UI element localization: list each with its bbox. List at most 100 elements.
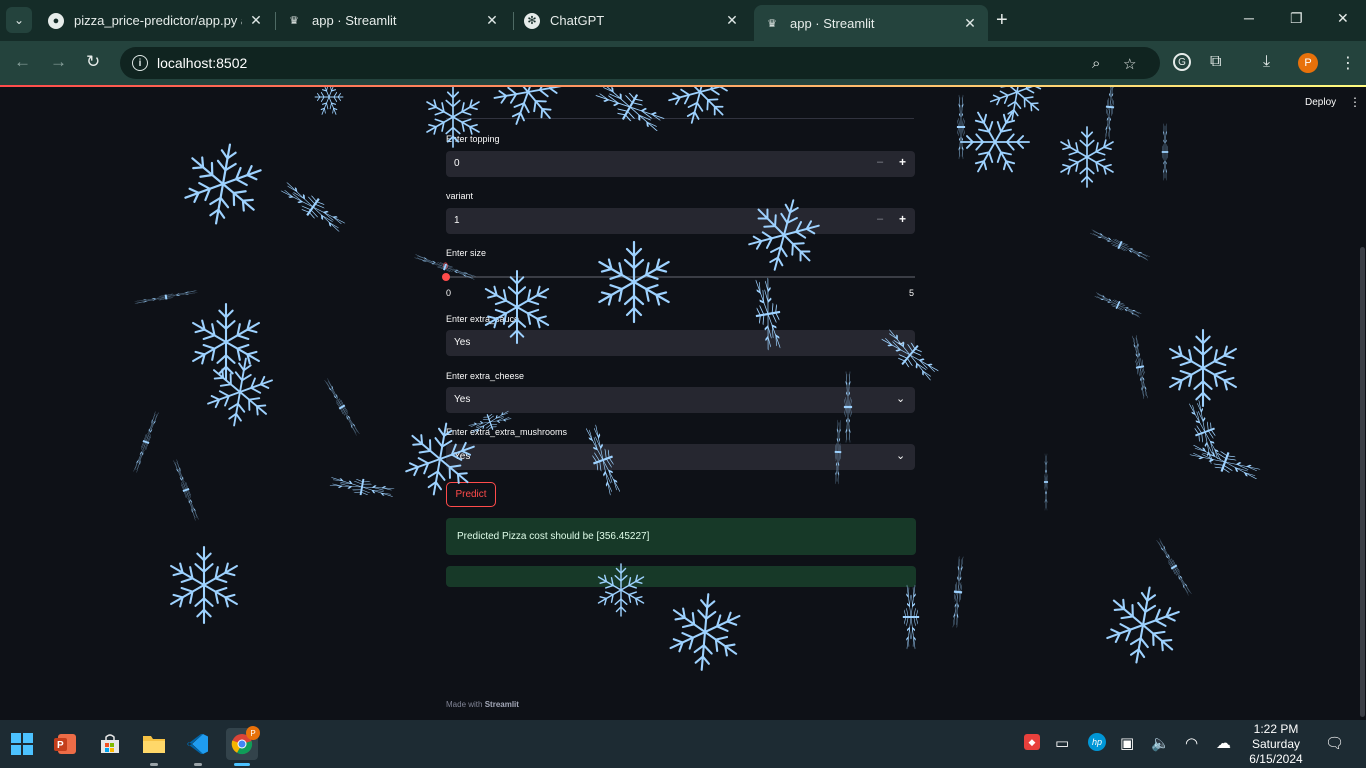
snowflake — [1058, 127, 1117, 187]
scrollbar[interactable] — [1360, 247, 1365, 717]
snowflake — [665, 591, 746, 673]
snowflake — [171, 456, 201, 524]
cloud-offline-icon[interactable]: ☁ — [1216, 734, 1231, 752]
download-icon[interactable]: ⤓ — [1263, 53, 1270, 71]
made-with-streamlit-footer[interactable]: Made with Streamlit — [446, 700, 519, 709]
snowflake — [485, 87, 571, 135]
grammarly-icon[interactable]: G — [1173, 53, 1191, 71]
increment-button[interactable]: + — [899, 212, 906, 226]
decrement-button[interactable]: – — [877, 213, 883, 225]
size-slider-track[interactable] — [446, 276, 915, 278]
chevron-down-icon: ⌄ — [896, 450, 906, 462]
tab-streamlit-1[interactable]: ♛ app · Streamlit ✕ — [276, 5, 510, 36]
success-bar — [446, 566, 916, 587]
tab-title: app · Streamlit — [790, 15, 875, 31]
snowflake — [131, 289, 201, 306]
snowflake — [326, 473, 398, 501]
reload-icon[interactable]: ↻ — [86, 53, 100, 71]
close-tab-icon[interactable]: ✕ — [962, 15, 978, 31]
close-tab-icon[interactable]: ✕ — [248, 12, 264, 29]
extensions-icon[interactable]: ⧉ — [1210, 53, 1221, 71]
browser-menu-icon[interactable]: ⋮ — [1340, 53, 1356, 73]
system-clock[interactable]: 1:22 PM Saturday 6/15/2024 — [1244, 722, 1308, 767]
volume-icon[interactable]: 🔈 — [1151, 734, 1170, 752]
windows-taskbar: P P ◆ ▭ hp ▣ 🔈 ◠ ☁ 1:22 PM Saturday 6/15… — [0, 720, 1366, 768]
deploy-button[interactable]: Deploy — [1305, 97, 1336, 108]
variant-number-input[interactable]: 1 – + — [446, 208, 915, 234]
vscode-icon[interactable] — [182, 728, 214, 766]
restore-icon[interactable]: ❐ — [1290, 10, 1303, 27]
anydesk-tray-icon[interactable]: ◆ — [1024, 734, 1040, 750]
close-window-icon[interactable]: ✕ — [1337, 10, 1349, 27]
selected-value: Yes — [454, 337, 471, 348]
minimize-icon[interactable]: ─ — [1244, 10, 1254, 26]
streamlit-app: Deploy ⋮ Enter topping 0 – + variant 1 –… — [0, 87, 1366, 720]
selected-value: Yes — [454, 451, 471, 462]
decrement-button[interactable]: – — [877, 156, 883, 168]
notification-icon[interactable]: 🗨 — [1325, 734, 1344, 752]
extra-sauce-select[interactable]: Yes ⌄ — [446, 330, 915, 356]
windows-start-icon[interactable] — [6, 728, 38, 760]
size-slider-thumb[interactable] — [442, 273, 450, 281]
snowflake — [1044, 451, 1048, 514]
snowflake — [167, 547, 241, 623]
snowflake — [949, 96, 1041, 188]
snowflake — [315, 87, 343, 117]
bookmark-star-icon[interactable]: ☆ — [1123, 55, 1136, 73]
wifi-icon[interactable]: ◠ — [1185, 734, 1198, 752]
snowflake — [1130, 332, 1150, 403]
footer-brand[interactable]: Streamlit — [485, 700, 519, 709]
snowflake — [1100, 581, 1186, 669]
url-text[interactable]: localhost:8502 — [157, 55, 247, 71]
chrome-profile-badge: P — [246, 726, 260, 740]
variant-value[interactable]: 1 — [454, 215, 460, 226]
chevron-down-icon: ⌄ — [896, 336, 906, 348]
tab-streamlit-active[interactable]: ♛ app · Streamlit ✕ — [754, 5, 988, 41]
powerpoint-icon[interactable]: P — [50, 728, 82, 760]
close-tab-icon[interactable]: ✕ — [484, 12, 500, 29]
address-bar[interactable]: i localhost:8502 ⌕ ☆ — [120, 47, 1160, 79]
snowflake — [189, 304, 263, 380]
tab-search-button[interactable]: ⌄ — [6, 7, 32, 33]
topping-label: Enter topping — [446, 134, 500, 144]
back-arrow-icon[interactable]: ← — [14, 53, 31, 71]
close-tab-icon[interactable]: ✕ — [724, 12, 740, 29]
footer-prefix: Made with — [446, 700, 483, 709]
snowflake — [1185, 439, 1265, 485]
tab-github[interactable]: ● pizza_price-predictor/app.py at ✕ — [38, 5, 274, 36]
snowflake — [661, 87, 738, 131]
zoom-icon[interactable]: ⌕ — [1092, 55, 1100, 72]
display-icon[interactable]: ▣ — [1120, 734, 1134, 752]
snowflake — [1091, 290, 1144, 320]
snowflake — [1154, 535, 1195, 599]
tab-chatgpt[interactable]: ✻ ChatGPT ✕ — [514, 5, 750, 36]
profile-avatar[interactable]: P — [1298, 53, 1318, 73]
forward-arrow-icon[interactable]: → — [50, 53, 67, 71]
snowflake — [1162, 121, 1168, 184]
extra-mushrooms-select[interactable]: Yes ⌄ — [446, 444, 915, 470]
size-label: Enter size — [446, 248, 487, 258]
microsoft-store-icon[interactable] — [94, 728, 126, 760]
snowflake — [1086, 226, 1153, 263]
snowflake — [595, 242, 673, 322]
topping-number-input[interactable]: 0 – + — [446, 151, 915, 177]
predict-button[interactable]: Predict — [446, 482, 496, 507]
extra-cheese-select[interactable]: Yes ⌄ — [446, 387, 915, 413]
chatgpt-icon: ✻ — [524, 12, 540, 29]
increment-button[interactable]: + — [899, 155, 906, 169]
snowflake — [1103, 87, 1117, 142]
github-icon: ● — [48, 12, 64, 29]
extra-mushrooms-label: Enter extra_extra_mushrooms — [446, 427, 568, 437]
file-explorer-icon[interactable] — [138, 728, 170, 766]
main-menu-icon[interactable]: ⋮ — [1349, 95, 1361, 109]
site-info-icon[interactable]: i — [132, 55, 148, 71]
topping-value[interactable]: 0 — [454, 158, 460, 169]
hp-icon[interactable]: hp — [1088, 733, 1106, 751]
snowflake — [903, 582, 919, 652]
new-tab-button[interactable]: + — [996, 10, 1008, 30]
browser-toolbar: ← → ↻ i localhost:8502 ⌕ ☆ G ⧉ ⤓ P ⋮ — [0, 41, 1366, 85]
battery-saver-icon[interactable]: ▭ — [1055, 734, 1069, 752]
streamlit-icon: ♛ — [289, 15, 299, 27]
chrome-icon[interactable]: P — [226, 726, 260, 766]
prediction-success-alert: Predicted Pizza cost should be [356.4522… — [446, 518, 916, 555]
